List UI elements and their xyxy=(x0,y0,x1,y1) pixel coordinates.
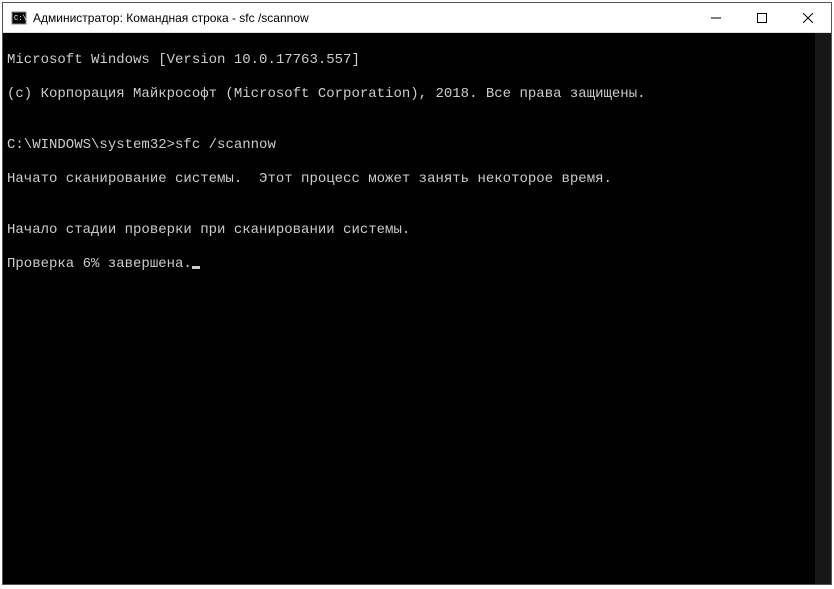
app-icon: C:\ xyxy=(11,10,27,26)
command-prompt-window: C:\ Администратор: Командная строка - sf… xyxy=(2,2,832,585)
svg-text:C:\: C:\ xyxy=(14,15,27,23)
vertical-scrollbar[interactable] xyxy=(815,33,831,584)
console-line: Начато сканирование системы. Этот процес… xyxy=(7,171,827,188)
progress-line: Проверка 6% завершена. xyxy=(7,256,192,272)
window-controls xyxy=(693,3,831,32)
maximize-button[interactable] xyxy=(739,3,785,32)
close-button[interactable] xyxy=(785,3,831,32)
cursor xyxy=(192,266,200,269)
console-output[interactable]: Microsoft Windows [Version 10.0.17763.55… xyxy=(3,33,831,584)
window-title: Администратор: Командная строка - sfc /s… xyxy=(33,11,693,25)
minimize-button[interactable] xyxy=(693,3,739,32)
console-line: Начало стадии проверки при сканировании … xyxy=(7,222,827,239)
console-line: (c) Корпорация Майкрософт (Microsoft Cor… xyxy=(7,86,827,103)
console-line: Microsoft Windows [Version 10.0.17763.55… xyxy=(7,52,827,69)
prompt: C:\WINDOWS\system32> xyxy=(7,137,175,153)
command-text: sfc /scannow xyxy=(175,137,276,153)
titlebar[interactable]: C:\ Администратор: Командная строка - sf… xyxy=(3,3,831,33)
